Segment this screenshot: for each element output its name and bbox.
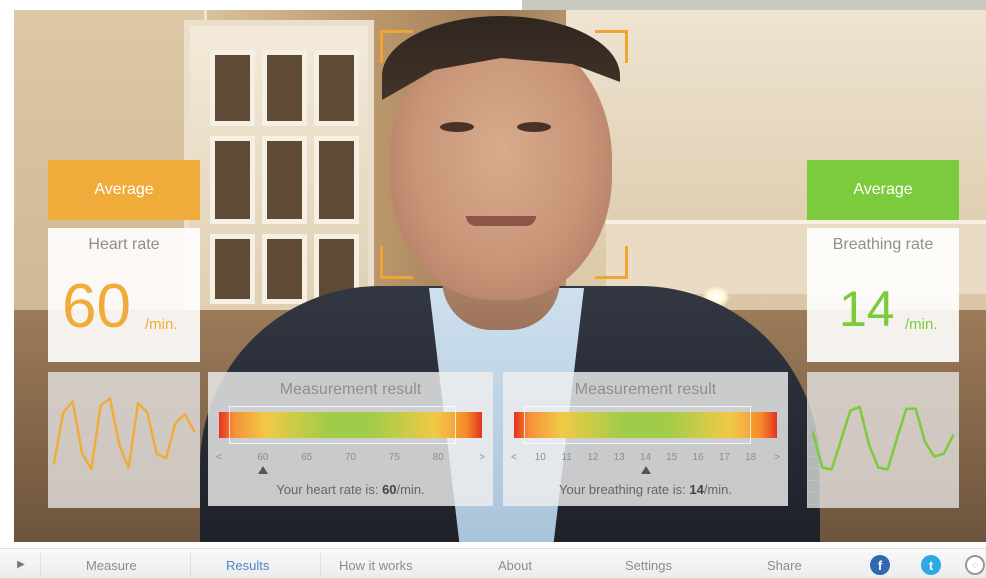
breathing-wave-line	[811, 405, 955, 471]
breathing-wave-chart	[811, 405, 955, 471]
person-right-eye	[517, 122, 551, 132]
face-frame-corner-top-right	[595, 30, 628, 63]
heart-scale-ticks: <60 65 70 75 80 >	[216, 452, 485, 466]
breathing-tick-label: 12	[587, 452, 599, 463]
cabinet-glass-door	[184, 20, 374, 320]
nav-separator	[190, 553, 191, 577]
breathing-result-marker	[640, 466, 651, 474]
breathing-normal-range	[524, 406, 751, 444]
breathing-rate-value: 14	[839, 281, 895, 337]
nav-results[interactable]: Results	[226, 558, 269, 573]
breathing-result-title: Measurement result	[574, 381, 717, 398]
heart-average-tag: Average	[48, 160, 200, 220]
face-frame-corner-bottom-right	[595, 246, 628, 279]
heart-wave-chart	[52, 397, 196, 471]
breathing-tick-label: <	[511, 452, 517, 463]
bottom-navigation: ▶ Measure Results How it works About Set…	[0, 548, 986, 578]
heart-result-value: 60	[382, 482, 397, 497]
breathing-measurement-result: Measurement result <10 11 12 13 14 15 16 17 18 > …	[503, 372, 788, 506]
glass-pane	[314, 50, 359, 126]
face-frame-corner-bottom-left	[380, 246, 413, 279]
breathing-result-prefix: Your breathing rate is:	[559, 482, 686, 497]
breathing-average-tag: Average	[807, 160, 959, 220]
breathing-tick-label: 14	[639, 452, 652, 463]
nav-measure[interactable]: Measure	[86, 558, 137, 573]
heart-tick-label: 70	[344, 452, 357, 463]
heart-wave-card	[48, 372, 200, 508]
breathing-rate-card: Breathing rate 14 /min.	[807, 228, 959, 362]
breathing-tick-label: 15	[666, 452, 678, 463]
glass-pane	[210, 50, 255, 126]
heart-result-unit: /min.	[396, 482, 425, 497]
chat-icon[interactable]: ◌	[965, 555, 985, 575]
nav-settings[interactable]: Settings	[625, 558, 672, 573]
play-icon[interactable]: ▶	[7, 554, 35, 574]
breathing-rate-label: Breathing rate	[832, 236, 934, 253]
heart-tick-label: 60	[257, 452, 269, 463]
breathing-result-value: 14	[689, 482, 704, 497]
glass-pane	[262, 136, 307, 224]
heart-tick-label: >	[479, 452, 485, 463]
glass-pane	[262, 234, 307, 304]
glass-pane	[314, 136, 359, 224]
nav-separator	[320, 553, 321, 577]
facebook-icon[interactable]: f	[870, 555, 890, 575]
heart-measurement-result: Measurement result <60 65 70 75 80 > Your hea…	[208, 372, 493, 506]
breathing-rate-unit: /min.	[905, 316, 938, 333]
heart-rate-value: 60	[62, 272, 131, 341]
twitter-icon[interactable]: t	[921, 555, 941, 575]
breathing-scale-ticks: <10 11 12 13 14 15 16 17 18 >	[511, 452, 780, 466]
breathing-tick-label: 18	[745, 452, 757, 463]
breathing-wave-card	[807, 372, 959, 508]
glass-pane	[262, 50, 307, 126]
nav-share[interactable]: Share	[767, 558, 802, 573]
breathing-tick-label: 10	[534, 452, 546, 463]
heart-rate-unit: /min.	[145, 316, 178, 333]
nav-separator	[40, 553, 41, 577]
breathing-tick-label: 11	[561, 452, 572, 463]
heart-tick-label: <	[216, 452, 222, 463]
person-left-eye	[440, 122, 474, 132]
heart-result-prefix: Your heart rate is:	[276, 482, 379, 497]
person-mouth	[466, 216, 536, 226]
breathing-result-unit: /min.	[703, 482, 732, 497]
heart-tick-label: 75	[388, 452, 400, 463]
glass-pane	[210, 234, 255, 304]
heart-result-marker	[257, 466, 268, 474]
breathing-tick-label: 16	[692, 452, 704, 463]
heart-rate-label: Heart rate	[88, 236, 160, 253]
heart-result-title: Measurement result	[279, 381, 422, 398]
heart-rate-card: Heart rate 60 /min.	[48, 228, 200, 362]
breathing-tick-label: 13	[613, 452, 625, 463]
nav-about[interactable]: About	[498, 558, 532, 573]
breathing-tick-label: >	[774, 452, 780, 463]
breathing-result-text: Your breathing rate is: 14/min.	[503, 482, 788, 497]
heart-wave-line	[52, 397, 196, 471]
glass-pane	[210, 136, 255, 224]
heart-tick-label: 80	[432, 452, 444, 463]
nav-how-it-works[interactable]: How it works	[339, 558, 413, 573]
heart-result-text: Your heart rate is: 60/min.	[208, 482, 493, 497]
heart-tick-label: 65	[301, 452, 313, 463]
breathing-tick-label: 17	[718, 452, 730, 463]
face-frame-corner-top-left	[380, 30, 413, 63]
heart-normal-range	[229, 406, 456, 444]
